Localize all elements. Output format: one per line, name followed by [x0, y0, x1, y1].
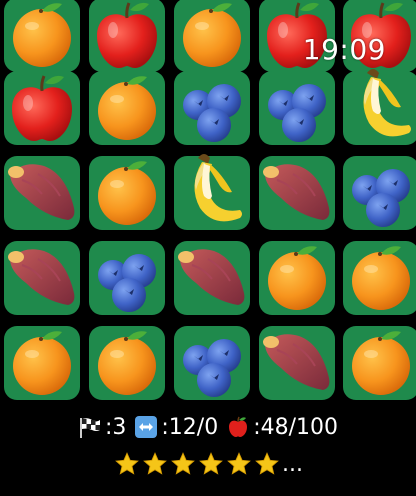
- score-stat: :48/100: [226, 415, 338, 440]
- board-tile[interactable]: [174, 326, 250, 400]
- clock: 19:09: [302, 33, 386, 66]
- score-value: :48/100: [253, 414, 339, 440]
- blueberry-icon: [183, 339, 241, 397]
- board-tile[interactable]: [259, 326, 335, 400]
- board-tile[interactable]: [4, 156, 80, 230]
- swaps-stat: :12/0: [134, 415, 218, 440]
- board-tile[interactable]: [4, 0, 80, 72]
- orange-icon: [98, 331, 156, 395]
- star-icon: [255, 452, 279, 475]
- checkered-flag-icon: [79, 418, 100, 438]
- board-tile[interactable]: [343, 156, 416, 230]
- apple-icon: [12, 75, 72, 141]
- blueberry-icon: [268, 84, 326, 142]
- board-tile[interactable]: [259, 71, 335, 145]
- more-ellipsis: ...: [282, 451, 303, 477]
- level-value: :3: [104, 414, 127, 440]
- sweet-potato-icon: [178, 249, 245, 305]
- star-rating: ...: [0, 448, 416, 480]
- blueberry-icon: [352, 169, 410, 227]
- board-tile[interactable]: [259, 241, 335, 315]
- board-tile[interactable]: [89, 71, 165, 145]
- orange-icon: [13, 3, 71, 67]
- board-tile[interactable]: [4, 326, 80, 400]
- board-tile[interactable]: [89, 241, 165, 315]
- board-tile[interactable]: [343, 326, 416, 400]
- orange-icon: [98, 76, 156, 140]
- board-tile[interactable]: [174, 71, 250, 145]
- sweet-potato-icon: [8, 249, 75, 305]
- board-tile[interactable]: [174, 154, 250, 230]
- orange-icon: [352, 331, 410, 395]
- board-tile[interactable]: [4, 71, 80, 145]
- sweet-potato-icon: [263, 164, 330, 220]
- banana-icon: [194, 154, 242, 222]
- board-tile[interactable]: [259, 156, 335, 230]
- board-tile[interactable]: [174, 0, 250, 72]
- board-tile[interactable]: [4, 241, 80, 315]
- orange-icon: [268, 246, 326, 310]
- blueberry-icon: [98, 254, 156, 312]
- orange-icon: [352, 246, 410, 310]
- level-stat: :3: [78, 415, 126, 440]
- star-icon: [199, 452, 223, 475]
- star-icon: [143, 452, 167, 475]
- star-row: [113, 451, 281, 477]
- star-icon: [115, 452, 139, 475]
- board-tile[interactable]: [89, 156, 165, 230]
- board-tile[interactable]: [89, 0, 165, 72]
- orange-icon: [98, 161, 156, 225]
- swaps-value: :12/0: [161, 414, 219, 440]
- sweet-potato-icon: [263, 334, 330, 390]
- stats-bar: :3 :12/0 :48/100: [0, 412, 416, 442]
- star-icon: [171, 452, 195, 475]
- orange-icon: [183, 3, 241, 67]
- orange-icon: [13, 331, 71, 395]
- swap-arrows-icon: [135, 416, 158, 438]
- board-tile[interactable]: [343, 241, 416, 315]
- blueberry-icon: [183, 84, 241, 142]
- board-tile[interactable]: [174, 241, 250, 315]
- board-tile[interactable]: [89, 326, 165, 400]
- board-tile[interactable]: [343, 69, 416, 145]
- star-icon: [227, 452, 251, 475]
- apple-icon: [97, 2, 157, 68]
- banana-icon: [363, 69, 411, 137]
- apple-icon: [229, 416, 248, 437]
- sweet-potato-icon: [8, 164, 75, 220]
